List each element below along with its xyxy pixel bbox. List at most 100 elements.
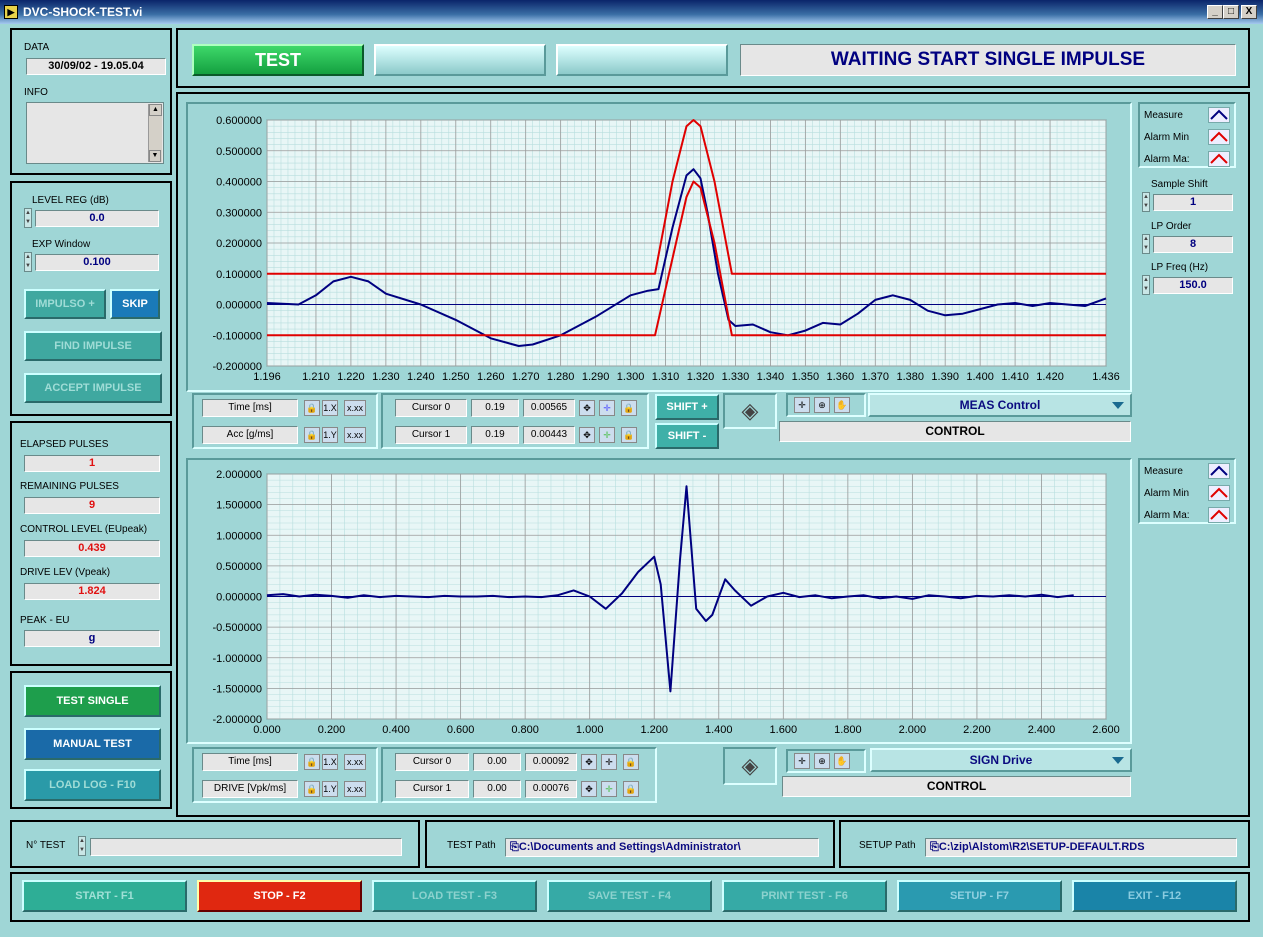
lp-freq-spinner[interactable]: ▲ ▼ bbox=[1142, 275, 1150, 295]
exp-window-spinner[interactable]: ▲ ▼ bbox=[24, 252, 32, 272]
shift-plus-button[interactable]: SHIFT + bbox=[655, 394, 719, 420]
y-tick-label: 0.100000 bbox=[216, 269, 262, 281]
cursor-style-icon[interactable]: ✛ bbox=[601, 781, 617, 797]
load-test-button[interactable]: LOAD TEST - F3 bbox=[372, 880, 537, 912]
y-tick-label: 0.600000 bbox=[216, 115, 262, 127]
x-tick-label: 1.340 bbox=[757, 371, 785, 383]
data-label: DATA bbox=[24, 42, 50, 53]
shift-minus-button[interactable]: SHIFT - bbox=[655, 423, 719, 449]
cursor-move-icon[interactable]: ✥ bbox=[579, 400, 595, 416]
cursor0-y: 0.00092 bbox=[525, 753, 577, 771]
legend-alarm-min[interactable]: Alarm Min bbox=[1140, 482, 1234, 504]
pan-navigator-icon[interactable]: ◈ bbox=[723, 393, 777, 429]
cursor-lock-icon[interactable]: 🔒 bbox=[621, 427, 637, 443]
x-tick-label: 1.210 bbox=[302, 371, 330, 383]
level-reg-spinner[interactable]: ▲ ▼ bbox=[24, 208, 32, 228]
y-tick-label: 1.500000 bbox=[216, 500, 262, 512]
x-tick-label: 1.320 bbox=[687, 371, 715, 383]
accept-impulse-button[interactable]: ACCEPT IMPULSE bbox=[24, 373, 162, 403]
y-tick-label: 0.400000 bbox=[216, 177, 262, 189]
crosshair-icon[interactable]: ✛ bbox=[794, 753, 810, 769]
cursor-move-icon[interactable]: ✥ bbox=[581, 781, 597, 797]
autoscale-y-icon[interactable]: 1.Y bbox=[322, 427, 338, 443]
lock-icon[interactable]: 🔒 bbox=[304, 754, 320, 770]
cursor-move-icon[interactable]: ✥ bbox=[581, 754, 597, 770]
legend-alarm-max[interactable]: Alarm Ma: bbox=[1140, 148, 1234, 170]
format-x-icon[interactable]: x.xx bbox=[344, 400, 366, 416]
stop-button[interactable]: STOP - F2 bbox=[197, 880, 362, 912]
top-graph[interactable]: -0.200000-0.1000000.0000000.1000000.2000… bbox=[188, 104, 1130, 390]
save-test-button[interactable]: SAVE TEST - F4 bbox=[547, 880, 712, 912]
close-button[interactable]: X bbox=[1241, 5, 1257, 19]
alarm-max-swatch-icon bbox=[1208, 151, 1230, 167]
hand-icon[interactable]: ✋ bbox=[834, 753, 850, 769]
format-y-icon[interactable]: x.xx bbox=[344, 781, 366, 797]
manual-test-button[interactable]: MANUAL TEST bbox=[24, 728, 161, 760]
exit-button[interactable]: EXIT - F12 bbox=[1072, 880, 1237, 912]
top-cursor-legend: Cursor 0 0.19 0.00565 ✥ ✛ 🔒 Cursor 1 0.1… bbox=[381, 393, 649, 449]
lp-freq-value[interactable]: 150.0 bbox=[1153, 277, 1233, 294]
title-bar: ▶ DVC-SHOCK-TEST.vi bbox=[0, 0, 1263, 24]
peak-eu-label: PEAK - EU bbox=[20, 615, 70, 626]
cursor-style-icon[interactable]: ✛ bbox=[599, 427, 615, 443]
impulso-plus-button[interactable]: IMPULSO + bbox=[24, 289, 106, 319]
skip-button[interactable]: SKIP bbox=[110, 289, 160, 319]
exp-window-value[interactable]: 0.100 bbox=[35, 254, 159, 271]
info-textbox[interactable]: ▲ ▼ bbox=[26, 102, 164, 164]
lock-icon[interactable]: 🔒 bbox=[304, 427, 320, 443]
legend-alarm-min[interactable]: Alarm Min bbox=[1140, 126, 1234, 148]
find-impulse-button[interactable]: FIND IMPULSE bbox=[24, 331, 162, 361]
zoom-icon[interactable]: ⊕ bbox=[814, 753, 830, 769]
autoscale-y-icon[interactable]: 1.Y bbox=[322, 781, 338, 797]
cursor-lock-icon[interactable]: 🔒 bbox=[623, 754, 639, 770]
print-test-button[interactable]: PRINT TEST - F6 bbox=[722, 880, 887, 912]
cursor-style-icon[interactable]: ✛ bbox=[601, 754, 617, 770]
elapsed-pulses-label: ELAPSED PULSES bbox=[20, 439, 109, 450]
cursor-move-icon[interactable]: ✥ bbox=[579, 427, 595, 443]
level-reg-value[interactable]: 0.0 bbox=[35, 210, 159, 227]
y-tick-label: 0.500000 bbox=[216, 146, 262, 158]
ntest-spinner[interactable]: ▲ ▼ bbox=[78, 836, 86, 856]
scroll-down-icon[interactable]: ▼ bbox=[149, 150, 161, 162]
start-button[interactable]: START - F1 bbox=[22, 880, 187, 912]
meas-control-select[interactable]: MEAS Control bbox=[868, 393, 1132, 417]
setup-button[interactable]: SETUP - F7 bbox=[897, 880, 1062, 912]
crosshair-icon[interactable]: ✛ bbox=[794, 397, 810, 413]
minimize-button[interactable]: _ bbox=[1207, 5, 1223, 19]
ntest-panel: N° TEST ▲ ▼ bbox=[10, 820, 420, 868]
pan-navigator-icon[interactable]: ◈ bbox=[723, 747, 777, 785]
hand-icon[interactable]: ✋ bbox=[834, 397, 850, 413]
legend-measure[interactable]: Measure bbox=[1140, 460, 1234, 482]
bottom-graph[interactable]: -2.000000-1.500000-1.000000-0.5000000.00… bbox=[188, 460, 1130, 742]
x-tick-label: 1.230 bbox=[372, 371, 400, 383]
cursor-lock-icon[interactable]: 🔒 bbox=[623, 781, 639, 797]
lock-icon[interactable]: 🔒 bbox=[304, 781, 320, 797]
level-panel: LEVEL REG (dB) ▲ ▼ 0.0 EXP Window ▲ ▼ 0.10… bbox=[10, 181, 172, 416]
cursor-lock-icon[interactable]: 🔒 bbox=[621, 400, 637, 416]
sample-shift-spinner[interactable]: ▲ ▼ bbox=[1142, 192, 1150, 212]
info-scrollbar[interactable]: ▲ ▼ bbox=[148, 104, 162, 162]
lp-order-spinner[interactable]: ▲ ▼ bbox=[1142, 234, 1150, 254]
status-message: WAITING START SINGLE IMPULSE bbox=[740, 44, 1236, 76]
y-tick-label: -0.500000 bbox=[212, 622, 262, 634]
zoom-icon[interactable]: ⊕ bbox=[814, 397, 830, 413]
cursor0-x: 0.00 bbox=[473, 753, 521, 771]
maximize-button[interactable]: □ bbox=[1223, 5, 1239, 19]
setup-path-field[interactable]: ⎘C:\zip\Alstom\R2\SETUP-DEFAULT.RDS bbox=[925, 838, 1237, 857]
sign-drive-select[interactable]: SIGN Drive bbox=[870, 748, 1132, 772]
sample-shift-value[interactable]: 1 bbox=[1153, 194, 1233, 211]
legend-alarm-max[interactable]: Alarm Ma: bbox=[1140, 504, 1234, 526]
legend-measure[interactable]: Measure bbox=[1140, 104, 1234, 126]
autoscale-x-icon[interactable]: 1.X bbox=[322, 754, 338, 770]
scroll-up-icon[interactable]: ▲ bbox=[149, 104, 162, 116]
format-y-icon[interactable]: x.xx bbox=[344, 427, 366, 443]
test-single-button[interactable]: TEST SINGLE bbox=[24, 685, 161, 717]
autoscale-x-icon[interactable]: 1.X bbox=[322, 400, 338, 416]
lp-order-value[interactable]: 8 bbox=[1153, 236, 1233, 253]
ntest-input[interactable] bbox=[90, 838, 402, 856]
cursor-style-icon[interactable]: ✛ bbox=[599, 400, 615, 416]
format-x-icon[interactable]: x.xx bbox=[344, 754, 366, 770]
load-log-button[interactable]: LOAD LOG - F10 bbox=[24, 769, 161, 801]
test-path-field[interactable]: ⎘C:\Documents and Settings\Administrator… bbox=[505, 838, 819, 857]
lock-icon[interactable]: 🔒 bbox=[304, 400, 320, 416]
